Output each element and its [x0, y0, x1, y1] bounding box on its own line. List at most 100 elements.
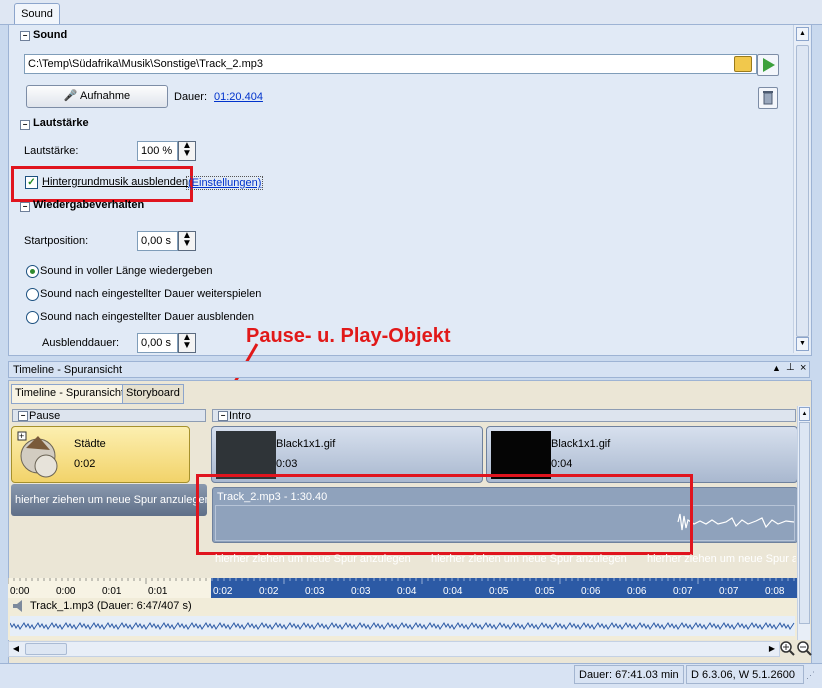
ruler-label: 0:06: [581, 586, 601, 597]
zoom-out-icon[interactable]: [796, 640, 812, 656]
panel-scrollbar[interactable]: ▲ ▼: [793, 25, 810, 353]
intro-dropzone-3[interactable]: hierher ziehen um neue Spur anzulegen: [647, 553, 796, 565]
start-position-field[interactable]: 0,00 s: [137, 231, 178, 251]
scroll-thumb[interactable]: [796, 45, 809, 337]
clip-black2-thumbnail: [491, 431, 551, 479]
clip-black1-time: 0:03: [276, 458, 298, 470]
fade-duration-field[interactable]: 0,00 s: [137, 333, 178, 353]
bg-music-track[interactable]: Track_1.mp3 (Dauer: 6:47/407 s): [8, 598, 797, 640]
ruler-label: 0:03: [305, 586, 325, 597]
duration-value-link[interactable]: 01:20.404: [214, 91, 263, 103]
resize-grip-icon[interactable]: ⋰: [806, 670, 815, 681]
zoom-in-icon[interactable]: [779, 640, 795, 656]
ruler-label: 0:07: [719, 586, 739, 597]
ruler-ticks: 0:00 0:00 0:01 0:01 0:02 0:02 0:03 0:03 0:04 0:04…: [8, 578, 795, 597]
volume-spinner[interactable]: ▲ ▼: [178, 141, 196, 161]
status-duration: Dauer: 67:41.03 min: [574, 665, 684, 684]
intro-dropzone-2[interactable]: hierher ziehen um neue Spur anzulegen: [431, 553, 627, 565]
scroll-up-icon[interactable]: ▲: [796, 27, 809, 41]
start-position-label: Startposition:: [24, 235, 89, 247]
clip-pause-time: 0:02: [74, 458, 96, 470]
pause-dropzone-text: hierher ziehen um neue Spur anzulegen: [15, 494, 207, 506]
clip-black2-time: 0:04: [551, 458, 573, 470]
group-intro-header[interactable]: Intro: [212, 409, 796, 422]
timeline-hscroll-thumb[interactable]: [25, 643, 67, 655]
radio-fade-out[interactable]: [26, 311, 39, 324]
pause-play-object-icon: +: [16, 430, 66, 478]
clip-pause-name: Städte: [74, 438, 106, 450]
ruler-label: 0:08: [765, 586, 785, 597]
ruler-label: 0:00: [10, 586, 30, 597]
ruler-label: 0:04: [397, 586, 417, 597]
ruler-label: 0:06: [627, 586, 647, 597]
group-pause-header[interactable]: Pause: [12, 409, 206, 422]
start-position-spinner[interactable]: ▲ ▼: [178, 231, 196, 251]
tab-timeline-track-view[interactable]: Timeline - Spuransicht: [11, 384, 129, 404]
open-folder-icon[interactable]: [734, 56, 752, 72]
ruler-label: 0:07: [673, 586, 693, 597]
fade-duration-label: Ausblenddauer:: [42, 337, 120, 349]
timeline-vscrollbar[interactable]: ▲: [797, 406, 810, 640]
collapse-sound-icon[interactable]: −: [20, 31, 30, 41]
clip-black1-name: Black1x1.gif: [276, 438, 336, 450]
ruler-label: 0:05: [535, 586, 555, 597]
radio-full-length[interactable]: [26, 265, 39, 278]
group-pause-label: Pause: [29, 410, 61, 422]
collapse-pause-icon[interactable]: −: [18, 411, 28, 421]
bg-music-label: Track_1.mp3 (Dauer: 6:47/407 s): [30, 600, 192, 612]
timeline-vscroll-thumb[interactable]: [799, 422, 810, 624]
ruler-label: 0:04: [443, 586, 463, 597]
record-button[interactable]: 🎤 Aufnahme: [26, 85, 168, 108]
duration-label: Dauer:: [174, 91, 208, 103]
settings-link[interactable]: (Einstellungen): [186, 176, 264, 190]
bg-waveform-graphic: [9, 622, 795, 630]
scroll-left-icon[interactable]: ◀: [10, 642, 22, 654]
ruler-label: 0:00: [56, 586, 76, 597]
volume-label: Lautstärke:: [24, 145, 79, 157]
ruler-label: 0:01: [148, 586, 168, 597]
record-button-label: Aufnahme: [80, 90, 131, 102]
clip-pause-staedte[interactable]: + Städte 0:02: [11, 426, 190, 483]
tab-storyboard[interactable]: Storyboard: [122, 384, 184, 404]
sound-tab-bar: [0, 0, 822, 25]
timeline-hscrollbar[interactable]: ◀ ▶: [8, 641, 780, 657]
scroll-right-icon[interactable]: ▶: [766, 642, 778, 654]
ruler-label: 0:05: [489, 586, 509, 597]
intro-dropzone-1[interactable]: hierher ziehen um neue Spur anzulegen: [215, 553, 411, 565]
bg-waveform-line: [9, 622, 795, 630]
speaker-icon: [12, 600, 26, 615]
group-intro-label: Intro: [229, 410, 252, 422]
volume-field[interactable]: 100 %: [137, 141, 178, 161]
ruler-label: 0:01: [102, 586, 122, 597]
trash-icon: [763, 91, 773, 105]
bg-music-label: Hintergrundmusik ausblenden: [42, 176, 189, 188]
play-icon: [763, 58, 775, 72]
bg-music-waveform: [9, 616, 795, 636]
bg-music-checkbox[interactable]: ✓: [25, 176, 38, 189]
pane-menu-icon[interactable]: ▲: [772, 363, 781, 373]
section-volume-title: Lautstärke: [33, 117, 89, 129]
ruler-label: 0:02: [213, 586, 233, 597]
collapse-intro-icon[interactable]: −: [218, 411, 228, 421]
radio-continue[interactable]: [26, 288, 39, 301]
ruler-label: 0:03: [351, 586, 371, 597]
pause-track-dropzone[interactable]: hierher ziehen um neue Spur anzulegen: [11, 484, 207, 516]
close-pane-icon[interactable]: ×: [800, 362, 806, 374]
timeline-header: Timeline - Spuransicht: [8, 361, 810, 378]
section-sound-title: Sound: [33, 29, 68, 41]
svg-text:+: +: [19, 431, 24, 441]
pin-icon[interactable]: ⊥: [786, 362, 795, 373]
delete-sound-button[interactable]: [758, 87, 778, 109]
option-fade-out-label: Sound nach eingestellter Dauer ausblende…: [40, 311, 255, 323]
scroll-down-icon[interactable]: ▼: [796, 337, 809, 351]
fade-duration-spinner[interactable]: ▲ ▼: [178, 333, 196, 353]
collapse-playback-icon[interactable]: −: [20, 202, 30, 212]
timeline-scroll-up-icon[interactable]: ▲: [799, 407, 810, 421]
sound-file-path-field[interactable]: C:\Temp\Südafrika\Musik\Sonstige\Track_2…: [24, 54, 757, 74]
collapse-volume-icon[interactable]: −: [20, 120, 30, 130]
ruler-label: 0:02: [259, 586, 279, 597]
play-button[interactable]: [757, 54, 779, 76]
tab-sound[interactable]: Sound: [14, 3, 60, 25]
clip-black2-name: Black1x1.gif: [551, 438, 611, 450]
status-version: D 6.3.06, W 5.1.2600: [686, 665, 804, 684]
